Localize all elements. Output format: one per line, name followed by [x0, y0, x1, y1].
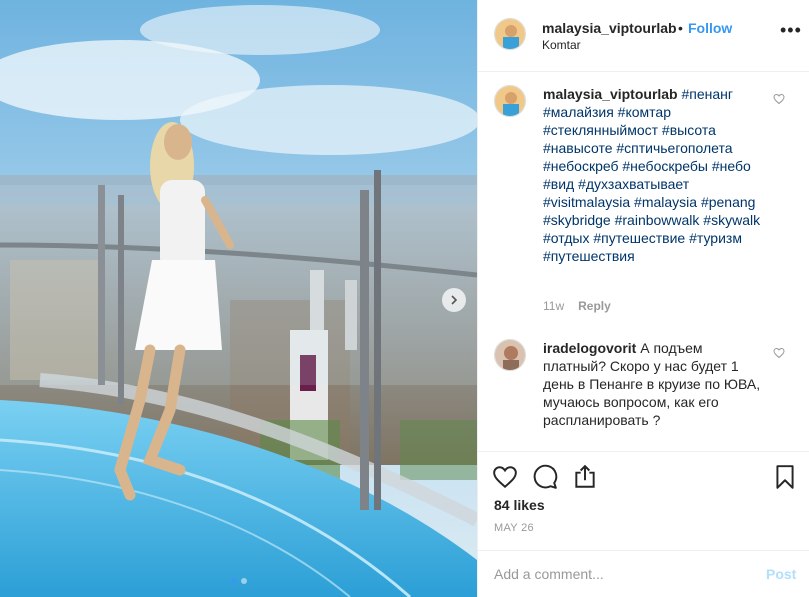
post-actions: 84 likes MAY 26 — [478, 451, 809, 551]
post-date[interactable]: MAY 26 — [494, 522, 534, 534]
reply-button[interactable]: Reply — [578, 299, 611, 313]
comment-text-block: iradelogovorit А подъем платный? Скоро у… — [543, 339, 763, 429]
more-options-icon[interactable]: ••• — [780, 21, 802, 39]
post-side-panel: malaysia_viptourlab • Follow Komtar ••• … — [477, 0, 809, 597]
comments-list[interactable]: malaysia_viptourlab #пенанг #малайзия #к… — [478, 73, 809, 451]
bookmark-icon[interactable] — [772, 464, 798, 490]
caption-username[interactable]: malaysia_viptourlab — [543, 86, 678, 102]
likes-count[interactable]: 84 likes — [494, 497, 545, 513]
post-photo[interactable] — [0, 0, 477, 597]
add-comment-bar: Post — [478, 550, 809, 597]
avatar-image — [495, 340, 525, 370]
like-comment-heart-icon[interactable] — [773, 93, 785, 105]
author-username[interactable]: malaysia_viptourlab — [542, 20, 677, 36]
skybridge-photo — [0, 0, 477, 597]
caption-text-block: malaysia_viptourlab #пенанг #малайзия #к… — [543, 85, 763, 265]
caption-meta: 11w Reply — [543, 299, 611, 313]
heart-icon[interactable] — [492, 464, 518, 490]
comment-icon[interactable] — [532, 464, 558, 490]
next-photo-button[interactable] — [442, 288, 466, 312]
header-separator: • — [678, 20, 683, 36]
carousel-dot-active — [230, 578, 237, 584]
caption-time: 11w — [543, 299, 565, 313]
comment-item: iradelogovorit А подъем платный? Скоро у… — [494, 339, 794, 439]
commenter-avatar[interactable] — [494, 339, 526, 371]
author-avatar[interactable] — [494, 18, 526, 50]
commenter-username[interactable]: iradelogovorit — [543, 340, 636, 356]
carousel-indicator — [0, 578, 477, 584]
carousel-dot — [240, 578, 247, 584]
caption-hashtags[interactable]: #пенанг #малайзия #комтар #стеклянныймос… — [543, 86, 760, 264]
share-icon[interactable] — [572, 464, 598, 490]
caption-avatar[interactable] — [494, 85, 526, 117]
avatar-image — [495, 86, 525, 116]
add-comment-input[interactable] — [494, 564, 734, 584]
post-location[interactable]: Komtar — [542, 38, 581, 52]
like-comment-heart-icon[interactable] — [773, 347, 785, 359]
post-comment-button[interactable]: Post — [766, 566, 796, 582]
chevron-right-icon — [451, 295, 458, 305]
caption-comment: malaysia_viptourlab #пенанг #малайзия #к… — [494, 85, 794, 320]
post-header: malaysia_viptourlab • Follow Komtar ••• — [478, 0, 809, 72]
follow-button[interactable]: Follow — [688, 20, 732, 36]
avatar-image — [495, 19, 525, 49]
